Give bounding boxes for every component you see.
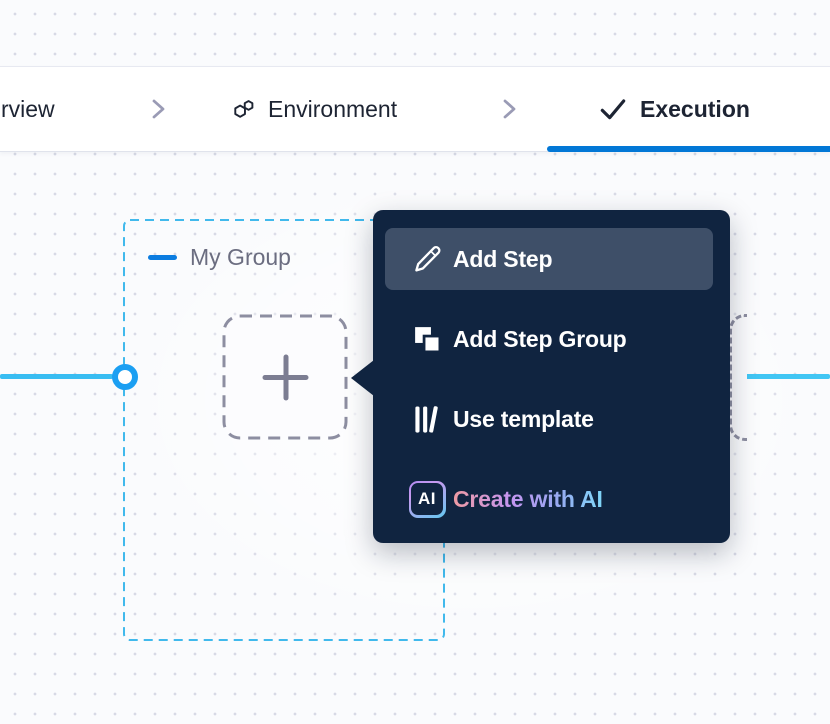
environment-icon	[230, 96, 257, 123]
active-tab-underline	[547, 146, 830, 152]
chevron-right-icon	[497, 97, 521, 121]
step-group-icon	[408, 323, 446, 356]
collapse-group-button[interactable]	[148, 255, 177, 260]
stage-tab-bar: rview Environment Execution	[0, 66, 830, 152]
add-node-button[interactable]	[222, 314, 348, 440]
ai-badge-icon: AI	[408, 481, 446, 518]
checkmark-icon	[597, 93, 629, 125]
pencil-icon	[408, 244, 446, 275]
menu-item-label: Add Step	[453, 246, 552, 273]
tab-environment[interactable]: Environment	[230, 67, 397, 151]
menu-item-label: Use template	[453, 406, 594, 433]
tab-overview-label: rview	[1, 96, 55, 123]
template-library-icon	[408, 403, 446, 436]
menu-item-add-step-group[interactable]: Add Step Group	[385, 308, 713, 370]
connector-port-circle[interactable]	[112, 364, 138, 390]
add-step-popup-menu: Add Step Add Step Group Use template AI …	[373, 210, 730, 543]
tab-execution-label: Execution	[640, 96, 750, 123]
connector-line-left	[0, 374, 113, 379]
tab-environment-label: Environment	[268, 96, 397, 123]
connector-line-right	[734, 374, 830, 379]
menu-item-label: Add Step Group	[453, 326, 627, 353]
step-group-label[interactable]: My Group	[190, 244, 291, 271]
next-node-fragment[interactable]	[729, 314, 747, 441]
menu-item-label: Create with AI	[453, 486, 603, 513]
tab-execution[interactable]: Execution	[597, 67, 750, 151]
menu-item-use-template[interactable]: Use template	[385, 388, 713, 450]
plus-icon	[222, 314, 348, 440]
ai-badge-text: AI	[411, 483, 443, 515]
popup-arrow	[351, 360, 374, 396]
menu-item-create-with-ai[interactable]: AI Create with AI	[385, 468, 713, 530]
tab-overview[interactable]: rview	[1, 67, 55, 151]
menu-item-add-step[interactable]: Add Step	[385, 228, 713, 290]
chevron-right-icon	[146, 97, 170, 121]
